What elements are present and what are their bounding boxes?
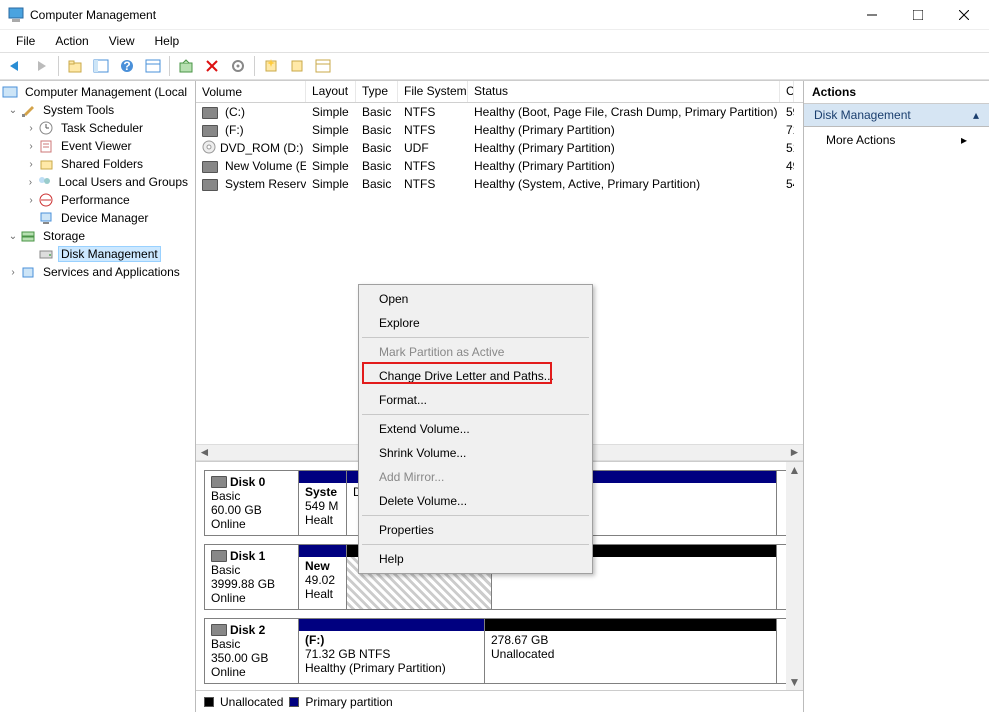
- ctx-extend[interactable]: Extend Volume...: [361, 417, 590, 441]
- collapse-icon[interactable]: ⌄: [6, 105, 20, 116]
- list-view-icon[interactable]: [285, 55, 309, 77]
- svg-text:?: ?: [123, 59, 130, 73]
- properties-button[interactable]: [141, 55, 165, 77]
- detail-view-icon[interactable]: [311, 55, 335, 77]
- new-icon[interactable]: [259, 55, 283, 77]
- partition[interactable]: Syste549 MHealt: [299, 471, 347, 535]
- volume-list: Volume Layout Type File System Status C …: [196, 81, 803, 193]
- actions-more[interactable]: More Actions ▸: [804, 127, 989, 153]
- volume-row[interactable]: DVD_ROM (D:)SimpleBasicUDFHealthy (Prima…: [196, 139, 803, 157]
- maximize-button[interactable]: [895, 0, 941, 30]
- menu-view[interactable]: View: [99, 32, 145, 50]
- collapse-icon: ▴: [973, 108, 979, 122]
- ctx-add-mirror: Add Mirror...: [361, 465, 590, 489]
- volume-row[interactable]: New Volume (E:)SimpleBasicNTFSHealthy (P…: [196, 157, 803, 175]
- volume-list-header[interactable]: Volume Layout Type File System Status C: [196, 81, 803, 103]
- tree-storage[interactable]: ⌄Storage: [0, 227, 195, 245]
- disk-icon: [211, 550, 227, 562]
- toolbar: ?: [0, 52, 989, 80]
- disk-icon: [211, 624, 227, 636]
- ctx-mark-active: Mark Partition as Active: [361, 340, 590, 364]
- menu-action[interactable]: Action: [45, 32, 98, 50]
- help-button[interactable]: ?: [115, 55, 139, 77]
- show-hide-tree-button[interactable]: [89, 55, 113, 77]
- back-button[interactable]: [4, 55, 28, 77]
- disk-icon: [211, 476, 227, 488]
- drive-icon: [202, 159, 221, 173]
- disk-row: Disk 2Basic350.00 GBOnline(F:)71.32 GB N…: [204, 618, 791, 684]
- disk-info[interactable]: Disk 1Basic3999.88 GBOnline: [205, 545, 299, 609]
- titlebar: Computer Management: [0, 0, 989, 30]
- tree-root[interactable]: Computer Management (Local: [0, 83, 195, 101]
- partition[interactable]: (F:)71.32 GB NTFSHealthy (Primary Partit…: [299, 619, 485, 683]
- tree-system-tools[interactable]: ⌄ System Tools: [0, 101, 195, 119]
- actions-section[interactable]: Disk Management ▴: [804, 104, 989, 127]
- drive-icon: [202, 177, 221, 191]
- scroll-down-icon[interactable]: ▼: [786, 673, 803, 690]
- drive-icon: [202, 140, 216, 157]
- volume-row[interactable]: (C:)SimpleBasicNTFSHealthy (Boot, Page F…: [196, 103, 803, 121]
- ctx-explore[interactable]: Explore: [361, 311, 590, 335]
- nav-tree: Computer Management (Local ⌄ System Tool…: [0, 81, 196, 712]
- ctx-help[interactable]: Help: [361, 547, 590, 571]
- drive-icon: [202, 123, 221, 137]
- minimize-button[interactable]: [849, 0, 895, 30]
- scroll-right-icon[interactable]: ►: [786, 444, 803, 461]
- partition[interactable]: New49.02Healt: [299, 545, 347, 609]
- disk-info[interactable]: Disk 0Basic60.00 GBOnline: [205, 471, 299, 535]
- menu-help[interactable]: Help: [145, 32, 190, 50]
- disk-info[interactable]: Disk 2Basic350.00 GBOnline: [205, 619, 299, 683]
- actions-panel: Actions Disk Management ▴ More Actions ▸: [803, 81, 989, 712]
- menu-file[interactable]: File: [6, 32, 45, 50]
- tree-local-users[interactable]: ›Local Users and Groups: [0, 173, 195, 191]
- refresh-button[interactable]: [174, 55, 198, 77]
- ctx-open[interactable]: Open: [361, 287, 590, 311]
- context-menu: Open Explore Mark Partition as Active Ch…: [358, 284, 593, 574]
- ctx-shrink[interactable]: Shrink Volume...: [361, 441, 590, 465]
- app-icon: [8, 7, 24, 23]
- collapse-icon[interactable]: ⌄: [6, 231, 20, 242]
- partition[interactable]: 278.67 GBUnallocated: [485, 619, 777, 683]
- tree-event-viewer[interactable]: ›Event Viewer: [0, 137, 195, 155]
- legend: Unallocated Primary partition: [196, 690, 803, 712]
- tree-disk-management[interactable]: Disk Management: [0, 245, 195, 263]
- delete-icon[interactable]: [200, 55, 224, 77]
- disks-vscroll[interactable]: ▲▼: [786, 462, 803, 691]
- up-button[interactable]: [63, 55, 87, 77]
- ctx-delete[interactable]: Delete Volume...: [361, 489, 590, 513]
- volume-row[interactable]: (F:)SimpleBasicNTFSHealthy (Primary Part…: [196, 121, 803, 139]
- tree-shared-folders[interactable]: ›Shared Folders: [0, 155, 195, 173]
- volume-row[interactable]: System ReservedSimpleBasicNTFSHealthy (S…: [196, 175, 803, 193]
- tree-device-manager[interactable]: Device Manager: [0, 209, 195, 227]
- menubar: File Action View Help: [0, 30, 989, 52]
- forward-button[interactable]: [30, 55, 54, 77]
- drive-icon: [202, 105, 221, 119]
- tree-task-scheduler[interactable]: ›Task Scheduler: [0, 119, 195, 137]
- close-button[interactable]: [941, 0, 987, 30]
- settings-icon[interactable]: [226, 55, 250, 77]
- window-title: Computer Management: [30, 8, 849, 22]
- chevron-right-icon: ▸: [961, 133, 967, 147]
- actions-header: Actions: [804, 81, 989, 104]
- tree-services-apps[interactable]: ›Services and Applications: [0, 263, 195, 281]
- ctx-format[interactable]: Format...: [361, 388, 590, 412]
- ctx-properties[interactable]: Properties: [361, 518, 590, 542]
- tree-performance[interactable]: ›Performance: [0, 191, 195, 209]
- scroll-left-icon[interactable]: ◄: [196, 444, 213, 461]
- ctx-change-drive-letter[interactable]: Change Drive Letter and Paths...: [361, 364, 590, 388]
- scroll-up-icon[interactable]: ▲: [786, 462, 803, 479]
